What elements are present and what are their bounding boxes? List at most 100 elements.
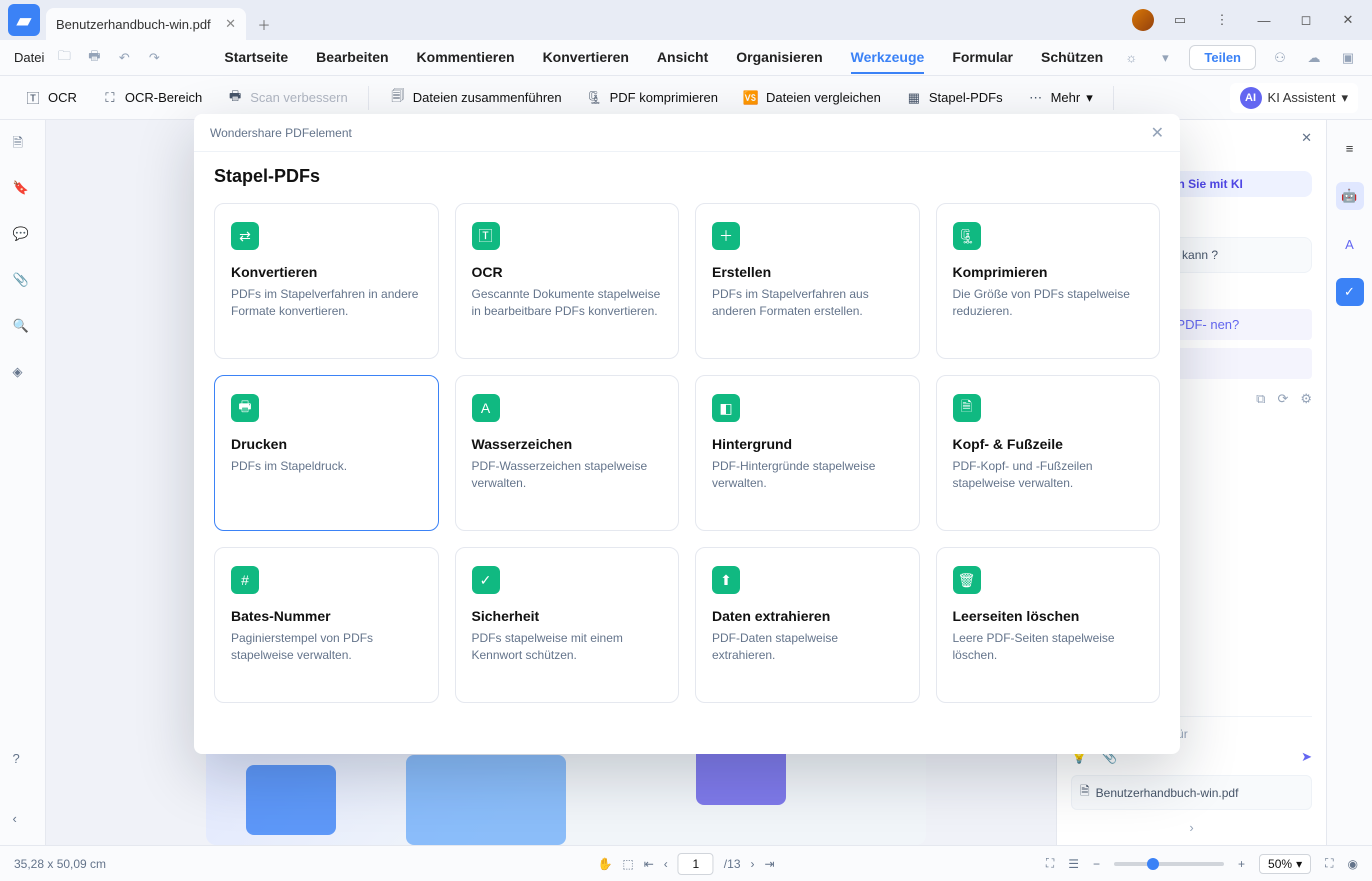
ai-assistant-button[interactable]: AI KI Assistent▾ (1230, 83, 1358, 113)
bulb-icon[interactable]: ☼ (1121, 48, 1141, 68)
avatar[interactable] (1132, 9, 1154, 31)
zoom-select[interactable]: 50%▾ (1259, 854, 1311, 874)
compress-icon: 🗜 (586, 89, 604, 107)
redo-icon[interactable]: ↷ (144, 48, 164, 68)
card-desc: Gescannte Dokumente stapelweise in bearb… (472, 286, 663, 320)
tab-bearbeiten[interactable]: Bearbeiten (316, 42, 388, 74)
maximize-icon[interactable]: ◻ (1290, 4, 1322, 36)
compare-icon: 🆚 (742, 89, 760, 107)
tab-title: Benutzerhandbuch-win.pdf (56, 17, 211, 32)
check-icon[interactable]: ✓ (1336, 278, 1364, 306)
ai-file-chip[interactable]: 🗎 Benutzerhandbuch-win.pdf (1071, 775, 1312, 810)
layers-icon[interactable]: ◈ (13, 364, 33, 384)
dropdown-icon[interactable]: ▾ (1155, 48, 1175, 68)
compare-button[interactable]: 🆚Dateien vergleichen (732, 84, 891, 112)
select-tool-icon[interactable]: ⬚ (622, 857, 633, 871)
send-icon[interactable]: ➤ (1301, 749, 1312, 765)
batch-card-drucken[interactable]: 🖶DruckenPDFs im Stapeldruck. (214, 375, 439, 531)
ai-chat-icon[interactable]: 🤖 (1336, 182, 1364, 210)
document-tab[interactable]: Benutzerhandbuch-win.pdf ✕ (46, 8, 246, 40)
tab-formular[interactable]: Formular (952, 42, 1013, 74)
sliders-icon[interactable]: ≡ (1336, 134, 1364, 162)
help-icon[interactable]: ? (13, 751, 33, 771)
card-title: Konvertieren (231, 264, 422, 280)
main-tabs: Startseite Bearbeiten Kommentieren Konve… (224, 42, 1103, 74)
ocr-button[interactable]: 🅃OCR (14, 84, 87, 112)
share-icon[interactable]: ⚇ (1270, 48, 1290, 68)
batch-card-leerseiten-l-schen[interactable]: 🗑Leerseiten löschenLeere PDF-Seiten stap… (936, 547, 1161, 703)
batch-card-wasserzeichen[interactable]: AWasserzeichenPDF-Wasserzeichen stapelwe… (455, 375, 680, 531)
batch-button[interactable]: ▦Stapel-PDFs (895, 84, 1013, 112)
prev-page-icon[interactable]: ‹ (664, 857, 668, 871)
save-icon[interactable]: 🗀 (54, 48, 74, 68)
ai-close-icon[interactable]: ✕ (1301, 130, 1312, 146)
zoom-out-icon[interactable]: − (1093, 857, 1100, 871)
fit-icon[interactable]: ⛶ (1046, 856, 1054, 871)
ai-collapse-right[interactable]: › (1071, 820, 1312, 835)
batch-card-kopf-fu-zeile[interactable]: 🗎Kopf- & FußzeilePDF-Kopf- und -Fußzeile… (936, 375, 1161, 531)
card-icon: ◧ (712, 394, 740, 422)
box-icon[interactable]: ▣ (1338, 48, 1358, 68)
file-menu[interactable]: Datei (14, 50, 44, 65)
zoom-in-icon[interactable]: + (1238, 857, 1245, 871)
copy-icon[interactable]: ⧉ (1256, 391, 1265, 407)
batch-card-sicherheit[interactable]: ✓SicherheitPDFs stapelweise mit einem Ke… (455, 547, 680, 703)
card-title: Drucken (231, 436, 422, 452)
next-page-icon[interactable]: › (750, 857, 754, 871)
undo-icon[interactable]: ↶ (114, 48, 134, 68)
compress-button[interactable]: 🗜PDF komprimieren (576, 84, 728, 112)
cloud-icon[interactable]: ☁ (1304, 48, 1324, 68)
zoom-slider[interactable] (1114, 862, 1224, 866)
first-page-icon[interactable]: ⇤ (644, 857, 654, 871)
last-page-icon[interactable]: ⇥ (764, 857, 774, 871)
print-icon[interactable]: 🖶 (84, 48, 104, 68)
read-mode-icon[interactable]: ◉ (1348, 857, 1358, 871)
tab-schuetzen[interactable]: Schützen (1041, 42, 1103, 74)
share-button[interactable]: Teilen (1189, 45, 1256, 70)
batch-card-komprimieren[interactable]: 🗜KomprimierenDie Größe von PDFs stapelwe… (936, 203, 1161, 359)
card-icon: 🅃 (472, 222, 500, 250)
modal-close-icon[interactable]: ✕ (1151, 123, 1164, 143)
search-nav-icon[interactable]: 🔍 (13, 318, 33, 338)
batch-card-bates-nummer[interactable]: #Bates-NummerPaginierstempel von PDFs st… (214, 547, 439, 703)
page-input[interactable]: 1 (678, 853, 714, 875)
settings-icon[interactable]: ⚙ (1300, 391, 1312, 407)
close-tab-icon[interactable]: ✕ (225, 16, 236, 32)
statusbar: 35,28 x 50,09 cm ✋ ⬚ ⇤ ‹ 1 /13 › ⇥ ⛶ ☰ −… (0, 845, 1372, 881)
enhance-scan-button: 🖶Scan verbessern (216, 84, 358, 112)
comments-icon[interactable]: 💬 (13, 226, 33, 246)
fullscreen-icon[interactable]: ⛶ (1325, 856, 1333, 871)
ocr-area-button[interactable]: ⛶OCR-Bereich (91, 84, 212, 112)
add-tab-button[interactable]: ＋ (250, 10, 278, 38)
batch-card-daten-extrahieren[interactable]: ⬆Daten extrahierenPDF-Daten stapelweise … (695, 547, 920, 703)
tab-startseite[interactable]: Startseite (224, 42, 288, 74)
translate-icon[interactable]: A (1336, 230, 1364, 258)
close-icon[interactable]: ✕ (1332, 4, 1364, 36)
batch-card-konvertieren[interactable]: ⇄KonvertierenPDFs im Stapelverfahren in … (214, 203, 439, 359)
card-icon: ✓ (472, 566, 500, 594)
layout-icon[interactable]: ☰ (1068, 857, 1079, 871)
tab-organisieren[interactable]: Organisieren (736, 42, 822, 74)
batch-card-ocr[interactable]: 🅃OCRGescannte Dokumente stapelweise in b… (455, 203, 680, 359)
card-icon: 🖶 (231, 394, 259, 422)
more-button[interactable]: ⋯Mehr ▾ (1017, 84, 1103, 112)
attachments-icon[interactable]: 📎 (13, 272, 33, 292)
merge-button[interactable]: 🗐Dateien zusammenführen (379, 84, 572, 112)
batch-grid: ⇄KonvertierenPDFs im Stapelverfahren in … (194, 191, 1180, 715)
thumbnails-icon[interactable]: 🗎 (13, 134, 33, 154)
batch-card-hintergrund[interactable]: ◧HintergrundPDF-Hintergründe stapelweise… (695, 375, 920, 531)
hand-tool-icon[interactable]: ✋ (597, 857, 612, 871)
collapse-left-icon[interactable]: ‹ (13, 811, 33, 831)
tab-ansicht[interactable]: Ansicht (657, 42, 708, 74)
panel-icon[interactable]: ▭ (1164, 4, 1196, 36)
more-icon: ⋯ (1027, 89, 1045, 107)
history-icon[interactable]: ⟳ (1277, 391, 1288, 407)
tab-kommentieren[interactable]: Kommentieren (417, 42, 515, 74)
kebab-icon[interactable]: ⋮ (1206, 4, 1238, 36)
tab-werkzeuge[interactable]: Werkzeuge (851, 42, 925, 74)
tab-konvertieren[interactable]: Konvertieren (543, 42, 629, 74)
bookmarks-icon[interactable]: 🔖 (13, 180, 33, 200)
ocr-icon: 🅃 (24, 89, 42, 107)
batch-card-erstellen[interactable]: ＋ErstellenPDFs im Stapelverfahren aus an… (695, 203, 920, 359)
minimize-icon[interactable]: — (1248, 4, 1280, 36)
